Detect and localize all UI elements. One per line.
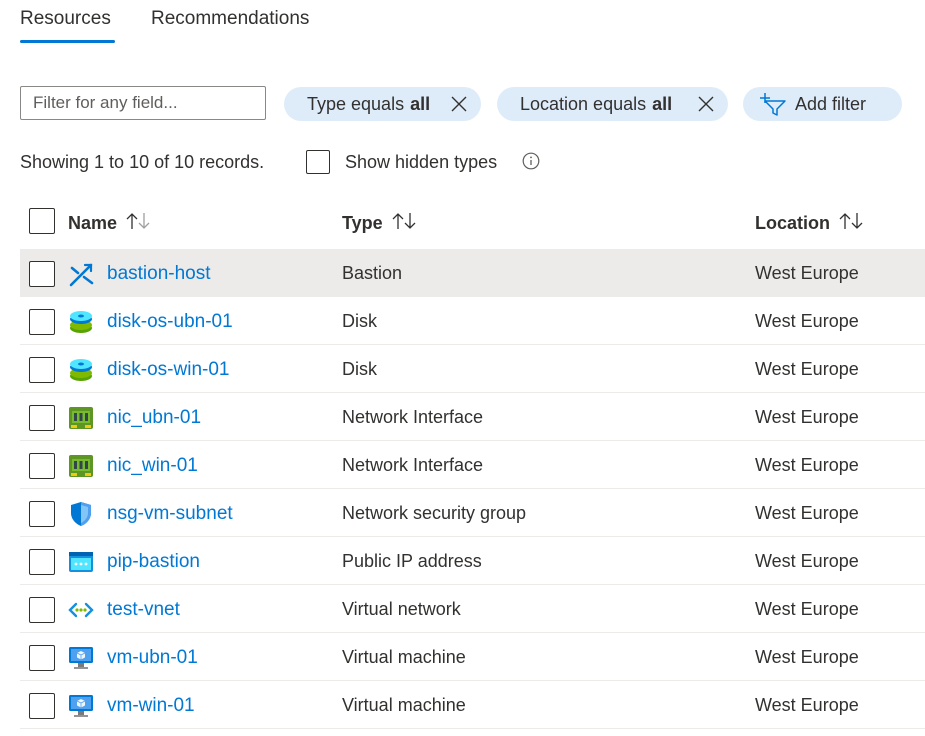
table-row[interactable]: nic_ubn-01 Network Interface West Europe: [20, 393, 925, 441]
virtual-machine-icon: [68, 645, 94, 671]
table-row[interactable]: vm-ubn-01 Virtual machine West Europe: [20, 633, 925, 681]
public-ip-icon: [68, 549, 94, 575]
filter-input[interactable]: [20, 86, 266, 120]
location-filter-label: Location equals: [520, 93, 647, 114]
tab-resources[interactable]: Resources: [20, 8, 111, 30]
column-header-name[interactable]: Name: [68, 211, 151, 236]
type-filter-pill[interactable]: Type equals all: [284, 87, 481, 121]
resource-location: West Europe: [755, 263, 859, 283]
table-row[interactable]: pip-bastion Public IP address West Europ…: [20, 537, 925, 585]
resource-link[interactable]: nic_win-01: [107, 455, 198, 477]
resource-type: Virtual machine: [342, 647, 466, 667]
column-type-label: Type: [342, 213, 383, 233]
resource-link[interactable]: disk-os-win-01: [107, 359, 229, 381]
resource-link[interactable]: nic_ubn-01: [107, 407, 201, 429]
type-filter-value: all: [410, 93, 431, 114]
select-all-checkbox[interactable]: [29, 208, 55, 234]
resource-location: West Europe: [755, 407, 859, 427]
resource-link[interactable]: pip-bastion: [107, 551, 200, 573]
row-checkbox[interactable]: [29, 405, 55, 431]
add-filter-button[interactable]: Add filter: [743, 87, 902, 121]
add-filter-icon: [759, 92, 787, 116]
location-filter-value: all: [652, 93, 673, 114]
column-header-location[interactable]: Location: [755, 211, 864, 236]
location-filter-pill[interactable]: Location equals all: [497, 87, 728, 121]
resource-location: West Europe: [755, 311, 859, 331]
tab-recommendations[interactable]: Recommendations: [151, 8, 309, 30]
resource-location: West Europe: [755, 359, 859, 379]
show-hidden-types-label: Show hidden types: [345, 152, 498, 172]
row-checkbox[interactable]: [29, 309, 55, 335]
resource-type: Network Interface: [342, 455, 484, 475]
close-icon[interactable]: [449, 94, 469, 114]
column-name-label: Name: [68, 213, 118, 233]
row-checkbox[interactable]: [29, 357, 55, 383]
resource-link[interactable]: bastion-host: [107, 263, 211, 285]
table-row[interactable]: test-vnet Virtual network West Europe: [20, 585, 925, 633]
network-interface-icon: [68, 453, 94, 479]
network-interface-icon: [68, 405, 94, 431]
table-row[interactable]: bastion-host Bastion West Europe: [20, 249, 925, 297]
sort-icon[interactable]: [838, 211, 864, 236]
row-checkbox[interactable]: [29, 693, 55, 719]
table-row[interactable]: nic_win-01 Network Interface West Europe: [20, 441, 925, 489]
column-location-label: Location: [755, 213, 830, 233]
table-row[interactable]: vm-win-01 Virtual machine West Europe: [20, 681, 925, 729]
virtual-machine-icon: [68, 693, 94, 719]
disk-icon: [68, 357, 94, 383]
close-icon[interactable]: [696, 94, 716, 114]
resource-link[interactable]: test-vnet: [107, 599, 180, 621]
row-checkbox[interactable]: [29, 597, 55, 623]
row-checkbox[interactable]: [29, 453, 55, 479]
row-checkbox[interactable]: [29, 501, 55, 527]
show-hidden-types-checkbox[interactable]: [306, 150, 330, 174]
row-checkbox[interactable]: [29, 549, 55, 575]
resource-type: Network Interface: [342, 407, 484, 427]
sort-icon[interactable]: [391, 211, 417, 236]
table-row[interactable]: disk-os-ubn-01 Disk West Europe: [20, 297, 925, 345]
resource-type: Disk: [342, 359, 377, 379]
add-filter-label: Add filter: [795, 93, 867, 114]
records-summary: Showing 1 to 10 of 10 records.: [20, 152, 265, 172]
resource-type: Bastion: [342, 263, 403, 283]
resource-type: Public IP address: [342, 551, 482, 571]
bastion-icon: [68, 261, 94, 287]
resource-link[interactable]: vm-ubn-01: [107, 647, 198, 669]
resource-location: West Europe: [755, 551, 859, 571]
resource-location: West Europe: [755, 599, 859, 619]
resource-link[interactable]: nsg-vm-subnet: [107, 503, 233, 525]
resource-location: West Europe: [755, 455, 859, 475]
resource-type: Network security group: [342, 503, 527, 523]
resource-type: Virtual machine: [342, 695, 466, 715]
row-checkbox[interactable]: [29, 645, 55, 671]
resource-type: Disk: [342, 311, 377, 331]
table-row[interactable]: nsg-vm-subnet Network security group Wes…: [20, 489, 925, 537]
sort-icon[interactable]: [125, 211, 151, 236]
active-tab-indicator: [20, 40, 115, 43]
resource-link[interactable]: vm-win-01: [107, 695, 195, 717]
column-header-type[interactable]: Type: [342, 211, 417, 236]
resource-location: West Europe: [755, 647, 859, 667]
table-row[interactable]: disk-os-win-01 Disk West Europe: [20, 345, 925, 393]
disk-icon: [68, 309, 94, 335]
type-filter-label: Type equals: [307, 93, 405, 114]
resource-link[interactable]: disk-os-ubn-01: [107, 311, 233, 333]
row-checkbox[interactable]: [29, 261, 55, 287]
resource-type: Virtual network: [342, 599, 461, 619]
resource-location: West Europe: [755, 695, 859, 715]
shield-icon: [68, 501, 94, 527]
resource-location: West Europe: [755, 503, 859, 523]
info-icon[interactable]: [522, 152, 540, 170]
virtual-network-icon: [68, 597, 94, 623]
